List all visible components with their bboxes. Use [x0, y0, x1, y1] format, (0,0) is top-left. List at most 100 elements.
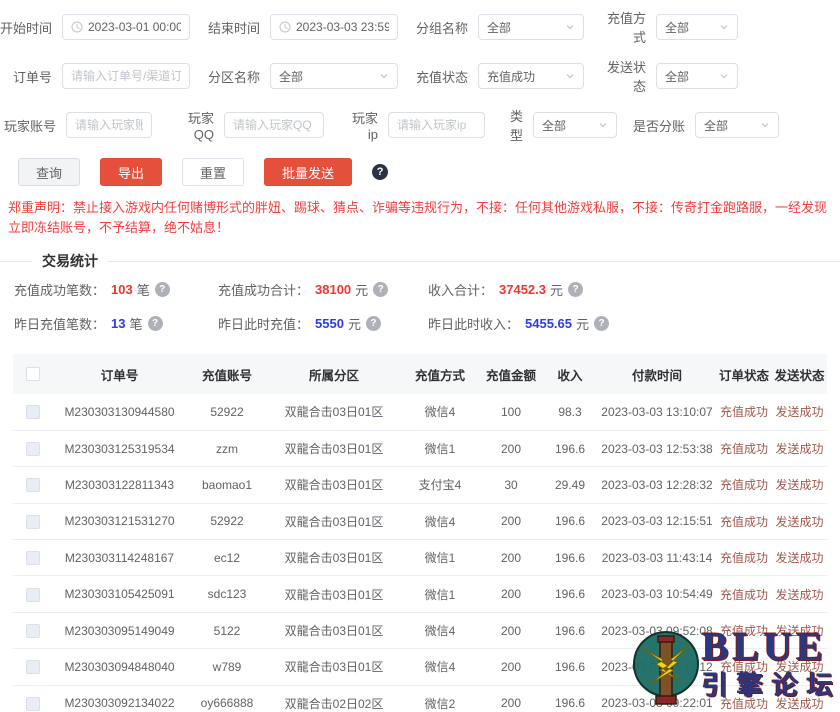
help-icon[interactable]: ?	[365, 316, 381, 331]
zone-name-select[interactable]: 全部	[270, 63, 398, 89]
cell-send-status: 发送成功	[772, 394, 827, 431]
cell-amount: 200	[480, 685, 542, 712]
row-select-cell	[13, 612, 53, 650]
stat-yesterday-count: 昨日充值笔数： 13 笔 ?	[14, 314, 218, 333]
cell-account: oy666888	[186, 685, 268, 712]
help-icon[interactable]: ?	[373, 282, 389, 297]
split-account-select[interactable]: 全部	[695, 112, 779, 138]
cell-account: w789	[186, 648, 268, 686]
row-checkbox[interactable]	[26, 623, 40, 638]
cell-zone: 双龍合击03日01区	[268, 648, 400, 686]
cell-zone: 双龍合击03日01区	[268, 575, 400, 613]
pay-method-value: 全部	[665, 20, 690, 35]
table-row: M230303125319534 zzm 双龍合击03日01区 微信1 200 196.6…	[13, 430, 827, 468]
group-name-select[interactable]: 全部	[478, 14, 584, 40]
pay-method-label: 充值方式	[606, 11, 646, 45]
stat-unit: 笔	[136, 283, 150, 298]
start-time-value: 2023-03-01 00:00:00	[88, 20, 181, 34]
cell-pay-time: 2023-03-03 13:10:07	[598, 394, 716, 431]
export-button[interactable]: 导出	[100, 158, 163, 186]
cell-account: zzm	[186, 430, 268, 468]
stat-unit: 元	[550, 283, 564, 298]
cell-income: 29.49	[542, 466, 598, 504]
cell-order-status: 充值成功	[716, 612, 772, 650]
player-ip-input[interactable]	[388, 112, 485, 138]
stat-label: 昨日充值笔数：	[14, 317, 106, 332]
order-no-label: 订单号	[12, 69, 52, 85]
row-checkbox[interactable]	[26, 514, 40, 529]
zone-name-value: 全部	[279, 69, 304, 84]
stat-unit: 元	[355, 283, 369, 298]
help-icon[interactable]: ?	[568, 282, 584, 297]
cell-zone: 双龍合击03日01区	[268, 612, 400, 650]
filter-player-account: 玩家账号	[0, 112, 152, 138]
clock-icon	[71, 21, 83, 33]
send-status-select[interactable]: 全部	[656, 63, 738, 89]
cell-order-no: M230303125319534	[53, 430, 186, 468]
help-icon[interactable]: ?	[594, 316, 610, 331]
help-icon[interactable]: ?	[372, 164, 389, 180]
cell-amount: 100	[480, 394, 542, 431]
query-button[interactable]: 查询	[18, 158, 81, 186]
start-time-label: 开始时间	[0, 20, 53, 36]
row-checkbox[interactable]	[26, 551, 40, 566]
end-time-input[interactable]: 2023-03-03 23:59:59	[270, 14, 398, 40]
cell-order-status: 充值成功	[716, 394, 772, 431]
pay-method-select[interactable]: 全部	[656, 14, 738, 40]
table-row: M230303122811343 baomao1 双龍合击03日01区 支付宝4 30 2…	[13, 466, 827, 504]
start-time-input[interactable]: 2023-03-01 00:00:00	[62, 14, 190, 40]
cell-amount: 200	[480, 648, 542, 686]
cell-method: 微信4	[400, 612, 480, 650]
warning-statement: 郑重声明：禁止接入游戏内任何赌博形式的胖妞、踢球、猜点、诈骗等违规行为，不接：任…	[8, 200, 828, 235]
stat-unit: 元	[576, 317, 590, 332]
row-checkbox[interactable]	[26, 478, 40, 493]
col-income: 收入	[542, 354, 598, 394]
filter-recharge-status: 充值状态 充值成功	[416, 63, 584, 89]
type-select[interactable]: 全部	[533, 112, 617, 138]
split-account-value: 全部	[704, 118, 729, 133]
batch-send-button[interactable]: 批量发送	[264, 158, 353, 186]
cell-pay-time: 2023-03-03 11:43:14	[598, 539, 716, 577]
chevron-down-icon	[565, 22, 575, 32]
filter-zone-name: 分区名称 全部	[208, 63, 398, 89]
cell-income: 196.6	[542, 648, 598, 686]
col-order-status: 订单状态	[716, 354, 772, 394]
select-all-checkbox[interactable]	[26, 367, 40, 382]
player-qq-input[interactable]	[224, 112, 324, 138]
cell-order-no: M230303121531270	[53, 503, 186, 541]
cell-pay-time: 2023-03-03 10:54:49	[598, 575, 716, 613]
cell-amount: 200	[480, 503, 542, 541]
help-icon[interactable]: ?	[154, 282, 170, 297]
row-checkbox[interactable]	[26, 442, 40, 456]
col-zone: 所属分区	[268, 354, 400, 394]
row-checkbox[interactable]	[26, 660, 40, 675]
filter-type: 类型 全部	[499, 106, 617, 144]
chevron-down-icon	[598, 120, 608, 130]
stat-success-total: 充值成功合计： 38100 元 ?	[218, 280, 428, 299]
cell-pay-time: 2023-03-03 12:15:51	[598, 503, 716, 541]
stat-income-total: 收入合计： 37452.3 元 ?	[428, 280, 840, 299]
row-checkbox[interactable]	[26, 587, 40, 602]
row-checkbox[interactable]	[26, 405, 40, 420]
cell-order-status: 充值成功	[716, 503, 772, 541]
table-body: M230303130944580 52922 双龍合击03日01区 微信4 100 98.…	[13, 394, 827, 712]
cell-zone: 双龍合击03日01区	[268, 430, 400, 468]
filter-send-status: 发送状态 全部	[598, 57, 738, 95]
player-account-input[interactable]	[66, 112, 152, 138]
stat-label: 昨日此时收入：	[428, 317, 520, 332]
row-select-cell	[13, 430, 53, 468]
stat-value: 5550	[315, 316, 344, 331]
filter-split-account: 是否分账 全部	[629, 112, 779, 138]
end-time-value: 2023-03-03 23:59:59	[296, 20, 389, 34]
player-qq-label: 玩家QQ	[187, 111, 214, 142]
filter-row-3: 玩家账号 玩家QQ 玩家ip 类型 全部 是	[0, 106, 840, 144]
stat-value: 103	[111, 282, 133, 297]
recharge-status-select[interactable]: 充值成功	[478, 63, 584, 89]
order-no-input[interactable]	[62, 63, 190, 89]
help-icon[interactable]: ?	[147, 316, 163, 331]
filter-pay-method: 充值方式 全部	[598, 8, 738, 46]
row-checkbox[interactable]	[26, 696, 40, 711]
cell-send-status: 发送成功	[772, 648, 827, 686]
cell-order-status: 充值成功	[716, 685, 772, 712]
reset-button[interactable]: 重置	[182, 158, 245, 186]
